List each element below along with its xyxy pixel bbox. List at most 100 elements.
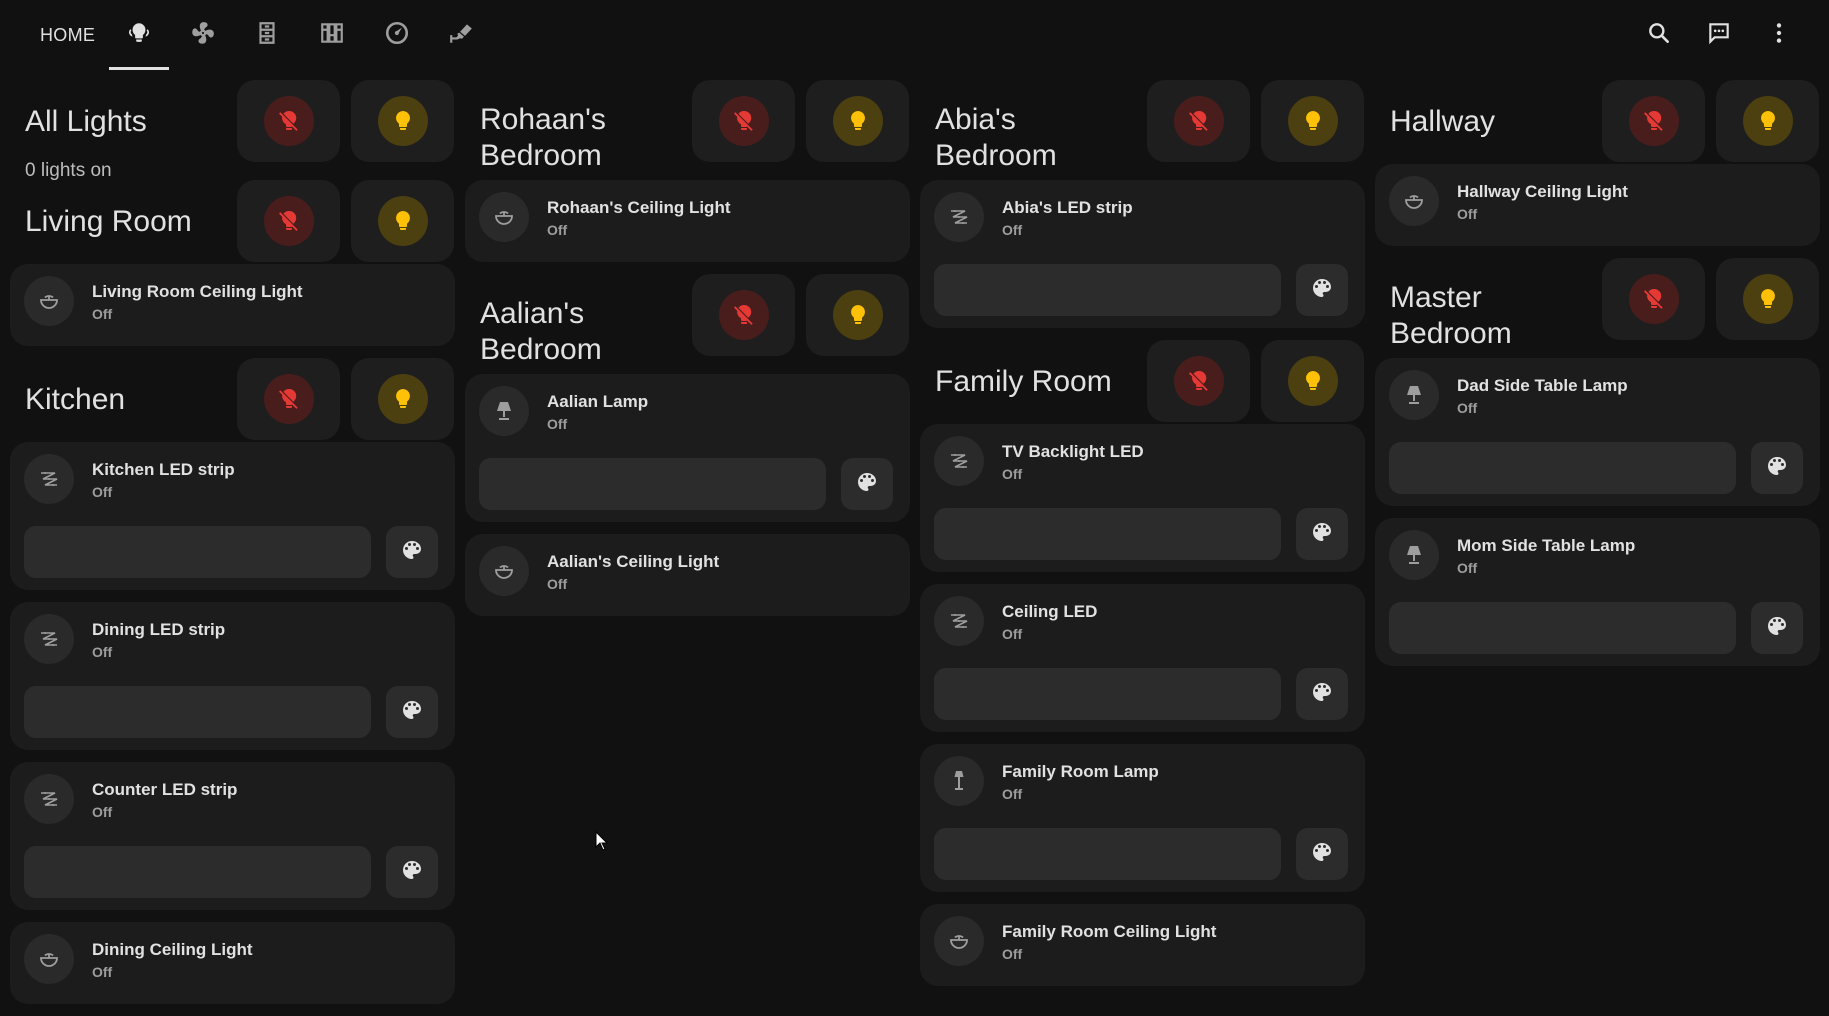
dresser-icon [254,20,280,51]
brightness-slider[interactable] [934,508,1281,560]
turn-off-all-button[interactable] [692,80,795,162]
ceiling-light-icon[interactable] [479,546,529,596]
assist-button[interactable] [1696,12,1742,58]
led-strip-icon[interactable] [934,596,984,646]
turn-on-all-button[interactable] [1716,80,1819,162]
led-strip-icon[interactable] [934,436,984,486]
light-card-kitchen-led-strip[interactable]: Kitchen LED strip Off [10,442,455,590]
tab-gauge[interactable] [373,12,421,58]
lightbulb-off-icon [1173,356,1224,406]
room-header-abia-s-bedroom: Abia's Bedroom [920,80,1365,180]
lightbulb-on-icon [832,96,883,146]
color-picker-button[interactable] [1296,828,1348,880]
color-picker-button[interactable] [1296,264,1348,316]
led-strip-icon[interactable] [24,454,74,504]
tab-fans[interactable] [179,12,227,58]
light-name: Family Room Ceiling Light [1002,922,1217,941]
brightness-slider[interactable] [934,828,1281,880]
turn-on-all-button[interactable] [806,274,909,356]
turn-off-all-button[interactable] [1147,340,1250,422]
turn-on-all-button[interactable] [1261,340,1364,422]
light-card-dining-led-strip[interactable]: Dining LED strip Off [10,602,455,750]
color-picker-button[interactable] [1751,602,1803,654]
light-name: TV Backlight LED [1002,442,1144,461]
ceiling-light-icon[interactable] [934,916,984,966]
table-lamp-icon[interactable] [479,386,529,436]
color-picker-button[interactable] [1751,442,1803,494]
turn-off-all-button[interactable] [692,274,795,356]
light-state: Off [547,416,568,432]
turn-on-all-button[interactable] [1716,258,1819,340]
ceiling-light-icon[interactable] [24,934,74,984]
light-state: Off [1002,786,1023,802]
brightness-slider[interactable] [24,686,371,738]
floor-lamp-icon[interactable] [934,756,984,806]
tab-lights[interactable] [115,12,163,58]
light-card-ceiling-led[interactable]: Ceiling LED Off [920,584,1365,732]
brightness-slider[interactable] [24,526,371,578]
turn-off-all-button[interactable] [237,180,340,262]
color-picker-button[interactable] [386,686,438,738]
led-strip-icon[interactable] [24,774,74,824]
light-card-aalian-s-ceiling-light[interactable]: Aalian's Ceiling Light Off [465,534,910,616]
ceiling-light-icon[interactable] [479,192,529,242]
color-picker-button[interactable] [1296,508,1348,560]
brightness-slider[interactable] [479,458,826,510]
light-card-living-room-ceiling-light[interactable]: Living Room Ceiling Light Off [10,264,455,346]
turn-off-all-button[interactable] [237,358,340,440]
palette-icon [400,698,424,727]
tab-dresser[interactable] [243,12,291,58]
palette-icon [1310,680,1334,709]
brightness-slider[interactable] [934,668,1281,720]
light-name: Aalian's Ceiling Light [547,552,720,571]
light-card-counter-led-strip[interactable]: Counter LED strip Off [10,762,455,910]
search-button[interactable] [1636,12,1682,58]
turn-on-all-button[interactable] [351,180,454,262]
table-lamp-icon[interactable] [1389,530,1439,580]
color-picker-button[interactable] [841,458,893,510]
lightbulb-off-icon [718,290,769,340]
ceiling-light-icon[interactable] [1389,176,1439,226]
turn-off-all-button[interactable] [1602,258,1705,340]
tab-cctv[interactable] [437,12,485,58]
turn-off-all-button[interactable] [237,80,340,162]
light-card-hallway-ceiling-light[interactable]: Hallway Ceiling Light Off [1375,164,1820,246]
lightbulb-off-icon [1173,96,1224,146]
light-card-rohaan-s-ceiling-light[interactable]: Rohaan's Ceiling Light Off [465,180,910,262]
light-card-tv-backlight-led[interactable]: TV Backlight LED Off [920,424,1365,572]
turn-off-all-button[interactable] [1602,80,1705,162]
gauge-icon [384,20,410,51]
color-picker-button[interactable] [1296,668,1348,720]
dashboard-column: Abia's Bedroom Abia's LED strip Off Family … [920,80,1365,998]
brightness-slider[interactable] [1389,442,1736,494]
light-card-mom-side-table-lamp[interactable]: Mom Side Table Lamp Off [1375,518,1820,666]
color-picker-button[interactable] [386,846,438,898]
brightness-slider[interactable] [1389,602,1736,654]
light-card-family-room-ceiling-light[interactable]: Family Room Ceiling Light Off [920,904,1365,986]
led-strip-icon[interactable] [934,192,984,242]
light-state: Off [547,222,568,238]
light-card-dining-ceiling-light[interactable]: Dining Ceiling Light Off [10,922,455,1004]
light-card-aalian-lamp[interactable]: Aalian Lamp Off [465,374,910,522]
table-lamp-icon[interactable] [1389,370,1439,420]
more-options-button[interactable] [1756,12,1802,58]
light-card-dad-side-table-lamp[interactable]: Dad Side Table Lamp Off [1375,358,1820,506]
tab-home[interactable]: HOME [28,20,107,50]
brightness-slider[interactable] [24,846,371,898]
turn-on-all-button[interactable] [351,358,454,440]
turn-off-all-button[interactable] [1147,80,1250,162]
room-header-rohaan-s-bedroom: Rohaan's Bedroom [465,80,910,180]
light-card-abia-s-led-strip[interactable]: Abia's LED strip Off [920,180,1365,328]
brightness-slider[interactable] [934,264,1281,316]
light-card-family-room-lamp[interactable]: Family Room Lamp Off [920,744,1365,892]
room-title: Aalian's Bedroom [480,297,602,366]
turn-on-all-button[interactable] [351,80,454,162]
color-picker-button[interactable] [386,526,438,578]
led-strip-icon[interactable] [24,614,74,664]
turn-on-all-button[interactable] [806,80,909,162]
tab-bookshelf[interactable] [308,12,356,58]
ceiling-light-icon[interactable] [24,276,74,326]
light-state: Off [92,484,113,500]
turn-on-all-button[interactable] [1261,80,1364,162]
light-name: Hallway Ceiling Light [1457,182,1628,201]
